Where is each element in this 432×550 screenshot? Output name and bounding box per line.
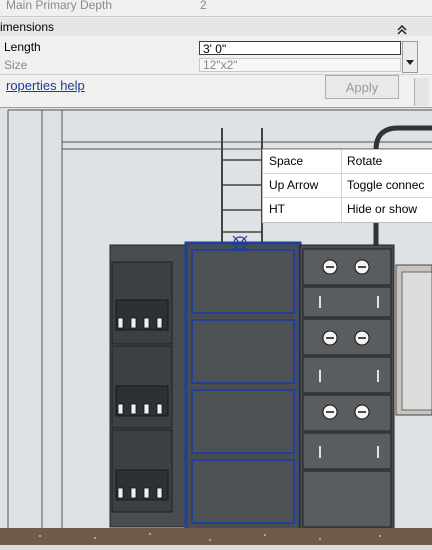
properties-panel: Main Primary Depth 2 imensions Length 3'… <box>0 0 432 108</box>
length-input[interactable]: 3' 0" <box>199 41 401 56</box>
tooltip-key: HT <box>269 202 285 216</box>
chevron-down-icon <box>406 60 414 65</box>
tooltip-action: Hide or show <box>347 202 418 216</box>
tooltip-row: Up Arrow Toggle connec <box>263 174 432 198</box>
tooltip-key: Up Arrow <box>269 178 319 192</box>
double-chevron-up-icon[interactable] <box>396 24 408 38</box>
property-label: Size <box>4 58 28 72</box>
size-value: 12"x2" <box>199 58 401 72</box>
property-value: 2 <box>200 0 207 12</box>
property-label: Length <box>4 40 41 54</box>
shortcut-tooltip: Space Rotate Up Arrow Toggle connec HT H… <box>262 149 432 223</box>
apply-button[interactable]: Apply <box>325 75 399 99</box>
tooltip-action: Rotate <box>347 154 383 168</box>
section-label: imensions <box>0 20 55 34</box>
dropdown-button[interactable] <box>402 41 418 73</box>
tooltip-row: HT Hide or show <box>263 198 432 221</box>
properties-help-link[interactable]: roperties help <box>6 78 85 93</box>
section-dimensions[interactable]: imensions <box>0 18 432 36</box>
tooltip-row: Space Rotate <box>263 150 432 174</box>
property-label: Main Primary Depth <box>6 0 113 12</box>
tooltip-key: Space <box>269 154 304 168</box>
tooltip-action: Toggle connec <box>347 178 425 192</box>
